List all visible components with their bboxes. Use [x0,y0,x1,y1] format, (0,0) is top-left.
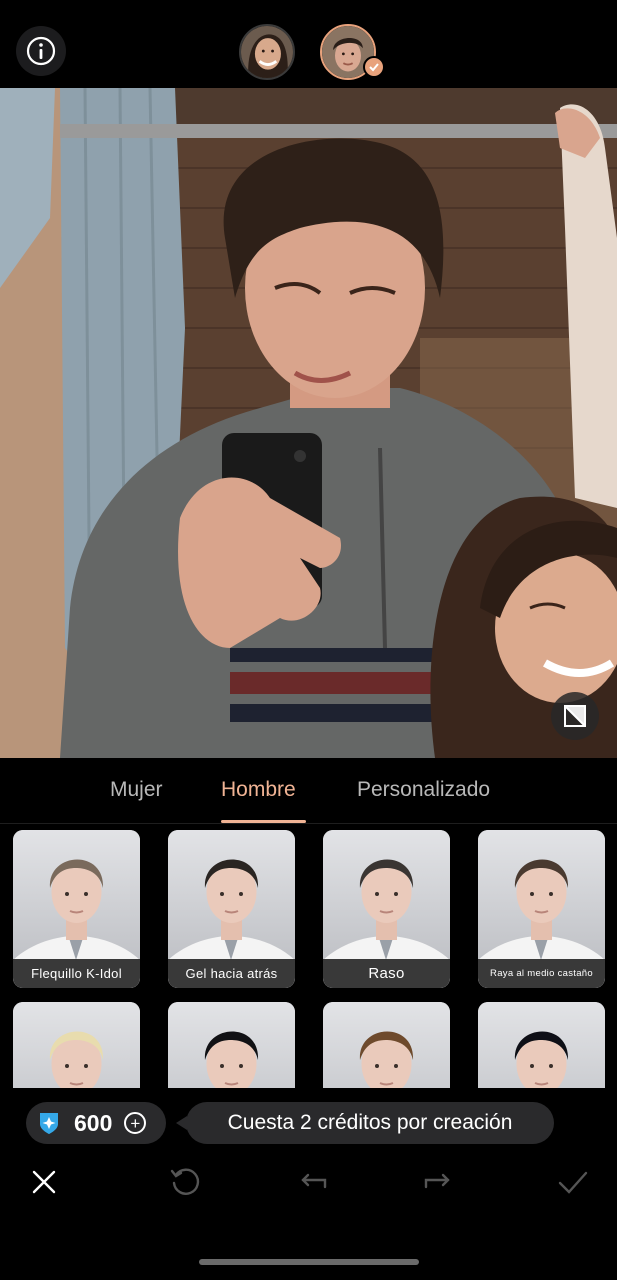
add-credits-icon[interactable]: + [124,1112,147,1134]
undo-icon [301,1173,327,1189]
reset-icon [170,1168,200,1195]
hairstyle-label: Gel hacia atrás [168,959,295,988]
redo-icon [424,1173,450,1189]
hairstyle-card[interactable] [168,1002,295,1088]
info-button[interactable] [16,26,66,76]
hairstyle-label: Raso [323,959,450,988]
hairstyle-card[interactable]: Raso [323,830,450,988]
gem-icon [40,1113,58,1134]
hairstyle-label: Raya al medio castaño [478,959,605,988]
active-tab-indicator [221,820,306,823]
confirm-button[interactable] [551,1160,595,1204]
hairstyle-card[interactable]: Gel hacia atrás [168,830,295,988]
credits-count: 600 [74,1109,113,1136]
hairstyle-grid: Flequillo K-Idol Gel hacia atrás Raso Raya … [0,830,617,1088]
hairstyle-card[interactable]: Flequillo K-Idol [13,830,140,988]
credits-pill[interactable]: 600 + [26,1102,166,1144]
check-icon [558,1171,588,1194]
home-indicator [199,1259,419,1265]
photo-preview [0,88,617,758]
hairstyle-preview [478,1002,605,1088]
hairstyle-preview [323,1002,450,1088]
hairstyle-preview [168,1002,295,1088]
undo-button[interactable] [292,1160,336,1204]
tab-personalizado[interactable]: Personalizado [357,778,490,802]
close-button[interactable] [22,1160,66,1204]
hairstyle-label: Flequillo K-Idol [13,959,140,988]
cost-tooltip: Cuesta 2 créditos por creación [176,1102,554,1144]
close-icon [32,1170,56,1194]
hairstyle-card[interactable] [13,1002,140,1088]
tab-mujer[interactable]: Mujer [110,778,163,802]
info-icon [26,36,56,66]
hairstyle-preview [13,1002,140,1088]
redo-button[interactable] [415,1160,459,1204]
compare-button[interactable] [551,692,599,740]
tab-hombre[interactable]: Hombre [221,778,296,802]
face-thumbnail-woman[interactable] [239,24,295,80]
compare-icon [564,705,586,727]
reset-button[interactable] [163,1160,207,1204]
selected-check-icon [363,56,385,78]
hairstyle-card[interactable] [323,1002,450,1088]
category-tabs: Mujer Hombre Personalizado [0,758,617,824]
hairstyle-card[interactable]: Raya al medio castaño [478,830,605,988]
hairstyle-card[interactable] [478,1002,605,1088]
